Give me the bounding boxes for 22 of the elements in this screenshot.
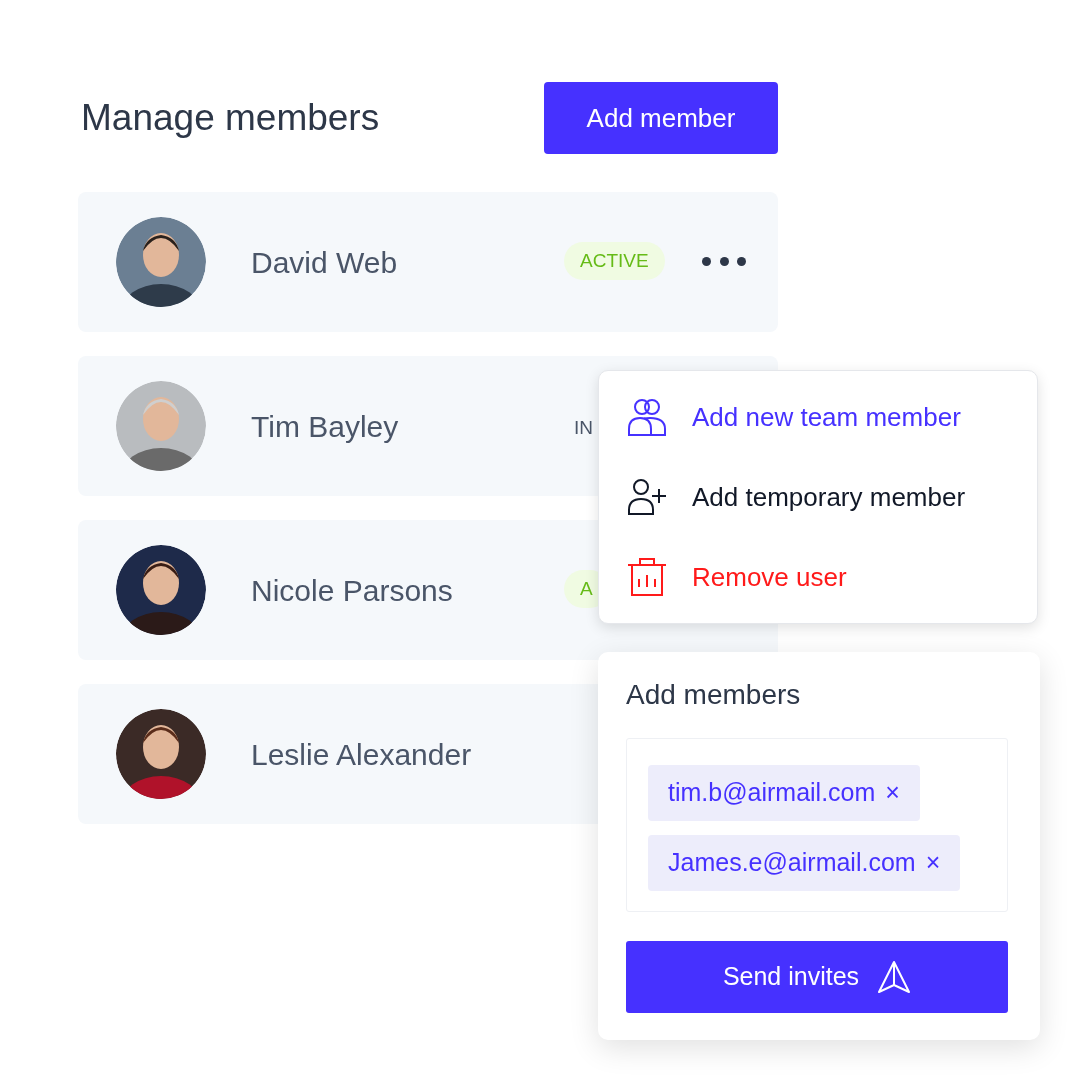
- people-icon: [627, 397, 667, 437]
- member-name: Tim Bayley: [251, 408, 399, 445]
- remove-chip-button[interactable]: ×: [925, 844, 941, 882]
- email-address: tim.b@airmail.com: [668, 777, 876, 809]
- status-label: IN: [574, 416, 593, 440]
- email-address: James.e@airmail.com: [668, 847, 916, 879]
- trash-icon: [627, 557, 667, 597]
- menu-item[interactable]: Remove user: [627, 538, 1009, 616]
- member-name: David Web: [251, 244, 398, 281]
- panel-title: Add members: [626, 678, 802, 712]
- menu-item[interactable]: Add temporary member: [627, 458, 1009, 536]
- remove-chip-button[interactable]: ×: [885, 774, 900, 812]
- menu-item[interactable]: Add new team member: [627, 378, 1009, 456]
- member-name: Leslie Alexander: [251, 736, 472, 773]
- email-field[interactable]: tim.b@airmail.com × James.e@airmail.com ×: [626, 738, 1008, 912]
- send-icon: [877, 960, 912, 994]
- add-member-button[interactable]: Add member: [544, 82, 778, 154]
- member-name: Nicole Parsons: [251, 572, 453, 609]
- status-badge: ACTIVE: [564, 242, 665, 280]
- send-invites-button[interactable]: Send invites: [626, 941, 1008, 1013]
- add-user-icon: [627, 477, 667, 517]
- page-title: Manage members: [81, 96, 380, 141]
